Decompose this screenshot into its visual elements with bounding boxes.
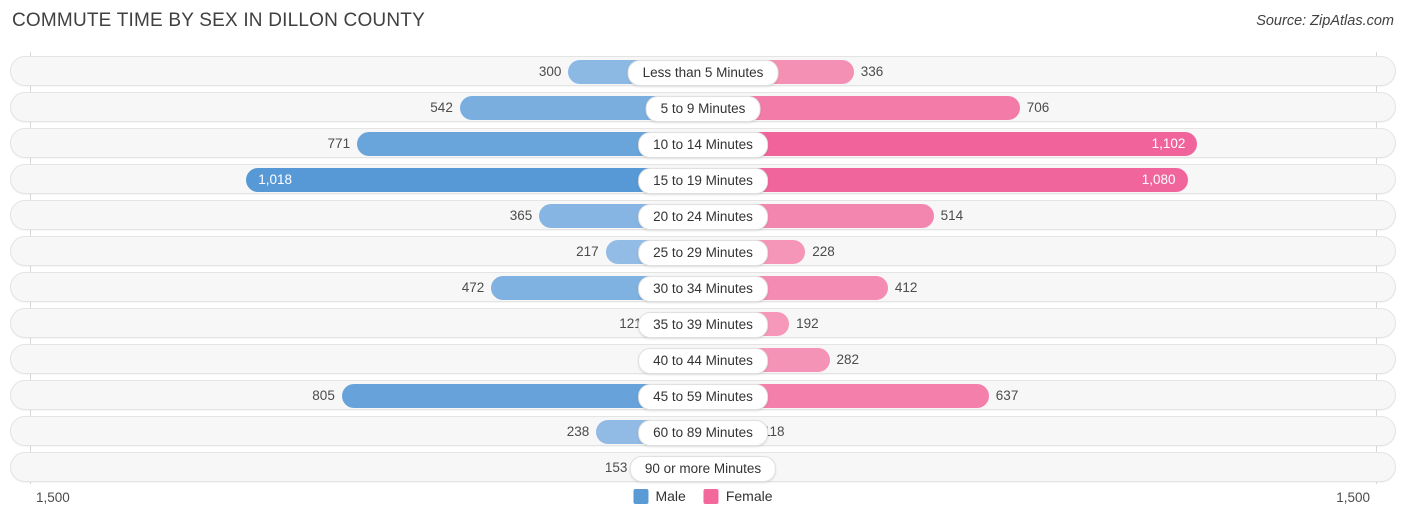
- bar-female[interactable]: 1,102: [703, 132, 1198, 156]
- bar-value-male: 300: [538, 64, 562, 79]
- chart-row[interactable]: 771 1,102 10 to 14 Minutes: [10, 128, 1396, 158]
- bar-value-female: 514: [940, 208, 964, 223]
- axis-max-right-label: 1,500: [1336, 490, 1370, 505]
- category-label: 60 to 89 Minutes: [638, 420, 768, 446]
- category-label: 40 to 44 Minutes: [638, 348, 768, 374]
- legend-swatch-male-icon: [633, 488, 649, 504]
- page-title: COMMUTE TIME BY SEX IN DILLON COUNTY: [12, 10, 425, 31]
- bar-female[interactable]: 1,080: [703, 168, 1188, 192]
- plot-area: 300 336 Less than 5 Minutes 542 706 5 to 9 Mi…: [0, 52, 1406, 484]
- bar-value-male: 1,018: [258, 172, 293, 187]
- category-label: 35 to 39 Minutes: [638, 312, 768, 338]
- chart-row[interactable]: 1531890 or more Minutes: [10, 452, 1396, 482]
- category-label: 90 or more Minutes: [629, 456, 777, 482]
- bar-value-female: 282: [836, 352, 860, 367]
- category-label: 15 to 19 Minutes: [638, 168, 768, 194]
- chart-row[interactable]: 1,018 1,080 15 to 19 Minutes: [10, 164, 1396, 194]
- chart-row[interactable]: 6828240 to 44 Minutes: [10, 344, 1396, 374]
- bar-value-male: 771: [327, 136, 351, 151]
- bar-value-female: 412: [894, 280, 918, 295]
- category-label: 5 to 9 Minutes: [645, 96, 761, 122]
- chart-row[interactable]: 542 706 5 to 9 Minutes: [10, 92, 1396, 122]
- category-label: Less than 5 Minutes: [627, 60, 779, 86]
- bar-value-male: 217: [576, 244, 599, 259]
- chart-row[interactable]: 472 412 30 to 34 Minutes: [10, 272, 1396, 302]
- chart-row[interactable]: 805 637 45 to 59 Minutes: [10, 380, 1396, 410]
- bar-value-female: 192: [796, 316, 819, 331]
- bar-value-female: 1,102: [1151, 136, 1186, 151]
- bar-value-male: 153: [604, 460, 628, 475]
- bar-value-female: 1,080: [1141, 172, 1176, 187]
- chart-row[interactable]: 365 514 20 to 24 Minutes: [10, 200, 1396, 230]
- bar-value-male: 542: [430, 100, 453, 115]
- legend: Male Female: [633, 488, 773, 504]
- bar-value-female: 706: [1026, 100, 1050, 115]
- bar-value-male: 365: [509, 208, 533, 223]
- category-label: 20 to 24 Minutes: [638, 204, 768, 230]
- category-label: 45 to 59 Minutes: [638, 384, 768, 410]
- category-label: 10 to 14 Minutes: [638, 132, 768, 158]
- legend-swatch-female-icon: [703, 488, 719, 504]
- chart-row[interactable]: 217 228 25 to 29 Minutes: [10, 236, 1396, 266]
- legend-item-female[interactable]: Female: [703, 488, 773, 504]
- source-attribution: Source: ZipAtlas.com: [1256, 13, 1394, 29]
- chart-row[interactable]: 121 192 35 to 39 Minutes: [10, 308, 1396, 338]
- bar-value-female: 637: [995, 388, 1019, 403]
- legend-item-male[interactable]: Male: [633, 488, 686, 504]
- bar-value-male: 472: [461, 280, 485, 295]
- chart-root: COMMUTE TIME BY SEX IN DILLON COUNTY Sou…: [0, 0, 1406, 523]
- category-label: 25 to 29 Minutes: [638, 240, 768, 266]
- bar-male[interactable]: 1,018: [246, 168, 703, 192]
- chart-row[interactable]: 300 336 Less than 5 Minutes: [10, 56, 1396, 86]
- bar-value-male: 805: [312, 388, 335, 403]
- bar-value-male: 238: [566, 424, 590, 439]
- axis-max-left-label: 1,500: [36, 490, 70, 505]
- chart-footer: 1,500 1,500 Male Female: [0, 486, 1406, 516]
- bar-value-female: 336: [860, 64, 884, 79]
- legend-label-female: Female: [725, 488, 773, 504]
- chart-row[interactable]: 238 118 60 to 89 Minutes: [10, 416, 1396, 446]
- legend-label-male: Male: [655, 488, 686, 504]
- category-label: 30 to 34 Minutes: [638, 276, 768, 302]
- bar-value-female: 228: [812, 244, 835, 259]
